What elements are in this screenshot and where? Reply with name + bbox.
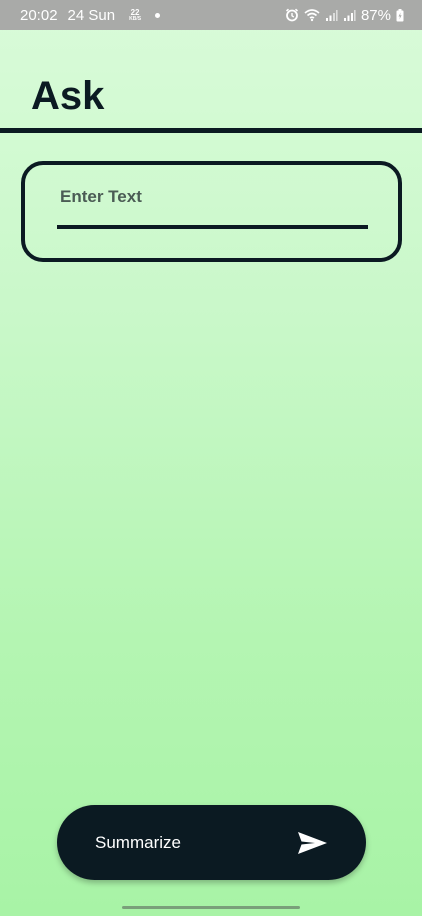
status-left: 20:02 24 Sun 22 KB/S [20, 6, 161, 24]
summarize-label: Summarize [95, 832, 181, 852]
status-time: 20:02 [20, 6, 58, 24]
header-divider [0, 128, 422, 133]
signal-icon [343, 9, 356, 21]
status-bar: 20:02 24 Sun 22 KB/S 87% [0, 0, 422, 30]
alarm-icon [285, 8, 299, 22]
battery-percent: 87% [360, 6, 391, 24]
text-input[interactable] [57, 183, 368, 229]
battery-charging-icon [396, 8, 404, 21]
wifi-icon [304, 9, 320, 22]
input-card [21, 161, 402, 262]
signal-icon [325, 9, 338, 21]
status-date: 24 Sun [67, 6, 116, 24]
network-speed: 22 KB/S [129, 7, 142, 22]
network-speed-unit: KB/S [129, 15, 142, 22]
send-icon[interactable] [297, 831, 328, 855]
notification-dot-icon [155, 12, 161, 18]
summarize-button[interactable]: Summarize [57, 805, 366, 880]
status-right: 87% [285, 7, 404, 24]
page-title: Ask [31, 74, 105, 118]
home-indicator[interactable] [122, 906, 300, 909]
network-speed-value: 22 [130, 7, 140, 17]
